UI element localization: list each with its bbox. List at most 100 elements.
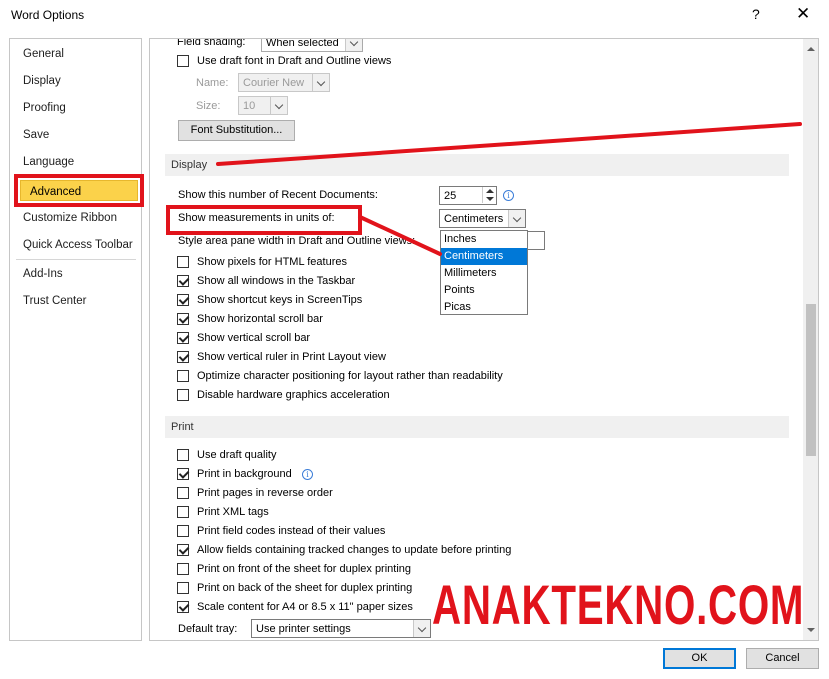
- show-all-windows-checkbox[interactable]: [177, 275, 189, 287]
- close-icon[interactable]: ✕: [796, 4, 810, 24]
- default-tray-value: Use printer settings: [256, 623, 351, 635]
- recent-docs-label: Show this number of Recent Documents:: [178, 189, 378, 201]
- watermark-text: ANAKTEKNO.COM: [432, 573, 805, 636]
- show-all-windows-label: Show all windows in the Taskbar: [197, 275, 356, 287]
- show-shortcut-keys-checkbox[interactable]: [177, 294, 189, 306]
- sidebar-item-advanced[interactable]: Advanced: [20, 180, 138, 201]
- info-icon: i: [503, 190, 514, 201]
- recent-docs-value: 25: [444, 190, 457, 202]
- font-size-value: 10: [243, 100, 256, 112]
- sidebar-item-advanced-label: Advanced: [30, 186, 82, 198]
- sidebar-item-trust-center[interactable]: Trust Center: [23, 295, 86, 307]
- duplex-front-checkbox[interactable]: [177, 563, 189, 575]
- font-size-label: Size:: [196, 100, 221, 112]
- info-icon: i: [302, 469, 313, 480]
- chevron-down-icon: [508, 210, 525, 227]
- print-section-title: Print: [171, 421, 194, 433]
- show-horizontal-scroll-checkbox[interactable]: [177, 313, 189, 325]
- units-option-millimeters[interactable]: Millimeters: [441, 265, 527, 282]
- tracked-changes-update-checkbox[interactable]: [177, 544, 189, 556]
- font-name-label: Name:: [196, 77, 229, 89]
- print-xml-tags-checkbox[interactable]: [177, 506, 189, 518]
- title-bar: Word Options ? ✕: [0, 0, 829, 32]
- font-substitution-button[interactable]: Font Substitution...: [178, 120, 295, 141]
- units-option-inches[interactable]: Inches: [441, 231, 527, 248]
- print-xml-tags-label: Print XML tags: [197, 506, 269, 518]
- scale-content-label: Scale content for A4 or 8.5 x 11" paper …: [197, 601, 413, 613]
- print-background-checkbox[interactable]: [177, 468, 189, 480]
- font-name-select[interactable]: Courier New: [238, 73, 330, 92]
- show-vertical-scroll-checkbox[interactable]: [177, 332, 189, 344]
- sidebar-item-proofing[interactable]: Proofing: [23, 102, 66, 114]
- scrollbar-thumb[interactable]: [806, 304, 816, 456]
- show-vertical-scroll-label: Show vertical scroll bar: [197, 332, 311, 344]
- display-section-header: Display: [165, 154, 789, 176]
- units-select-value: Centimeters: [444, 213, 504, 225]
- units-dropdown-list: Inches Centimeters Millimeters Points Pi…: [440, 230, 528, 315]
- spin-up-icon[interactable]: [482, 187, 496, 195]
- field-shading-label: Field shading:: [177, 38, 246, 48]
- show-pixels-checkbox[interactable]: [177, 256, 189, 268]
- display-section-title: Display: [171, 159, 208, 171]
- show-shortcut-keys-label: Show shortcut keys in ScreenTips: [197, 294, 363, 306]
- duplex-back-label: Print on back of the sheet for duplex pr…: [197, 582, 413, 594]
- field-shading-value: When selected: [266, 38, 339, 49]
- show-vertical-ruler-label: Show vertical ruler in Print Layout view: [197, 351, 386, 363]
- recent-docs-spinner[interactable]: 25: [439, 186, 497, 205]
- chevron-down-icon: [312, 74, 329, 91]
- show-horizontal-scroll-label: Show horizontal scroll bar: [197, 313, 323, 325]
- window-title: Word Options: [11, 8, 85, 22]
- units-option-centimeters[interactable]: Centimeters: [441, 248, 527, 265]
- print-field-codes-label: Print field codes instead of their value…: [197, 525, 386, 537]
- scroll-up-icon[interactable]: [807, 45, 815, 53]
- sidebar-item-add-ins[interactable]: Add-Ins: [23, 268, 63, 280]
- sidebar-item-customize-ribbon[interactable]: Customize Ribbon: [23, 212, 117, 224]
- field-shading-select[interactable]: When selected: [261, 38, 363, 52]
- duplex-front-label: Print on front of the sheet for duplex p…: [197, 563, 412, 575]
- draft-quality-label: Use draft quality: [197, 449, 277, 461]
- units-option-picas[interactable]: Picas: [441, 299, 527, 316]
- draft-font-checkbox[interactable]: [177, 55, 189, 67]
- cancel-button[interactable]: Cancel: [746, 648, 819, 669]
- disable-hw-acceleration-label: Disable hardware graphics acceleration: [197, 389, 390, 401]
- style-area-input[interactable]: [526, 231, 545, 250]
- chevron-down-icon: [270, 97, 287, 114]
- font-name-value: Courier New: [243, 77, 305, 89]
- scale-content-checkbox[interactable]: [177, 601, 189, 613]
- units-option-points[interactable]: Points: [441, 282, 527, 299]
- print-background-label: Print in background: [197, 468, 292, 480]
- reverse-order-checkbox[interactable]: [177, 487, 189, 499]
- help-icon[interactable]: ?: [752, 6, 760, 22]
- spin-down-icon[interactable]: [482, 195, 496, 203]
- sidebar-item-display[interactable]: Display: [23, 75, 61, 87]
- tracked-changes-update-label: Allow fields containing tracked changes …: [197, 544, 512, 556]
- vertical-scrollbar[interactable]: [803, 39, 818, 640]
- font-size-select[interactable]: 10: [238, 96, 288, 115]
- ok-button[interactable]: OK: [663, 648, 736, 669]
- reverse-order-label: Print pages in reverse order: [197, 487, 333, 499]
- draft-font-label: Use draft font in Draft and Outline view…: [197, 55, 392, 67]
- advanced-options-panel: Field shading: When selected Use draft f…: [149, 38, 819, 641]
- style-area-label: Style area pane width in Draft and Outli…: [178, 235, 416, 247]
- units-select[interactable]: Centimeters: [439, 209, 526, 228]
- sidebar-item-language[interactable]: Language: [23, 156, 74, 168]
- chevron-down-icon: [413, 620, 430, 637]
- optimize-positioning-checkbox[interactable]: [177, 370, 189, 382]
- chevron-down-icon: [345, 39, 362, 51]
- options-sidebar: General Display Proofing Save Language A…: [9, 38, 144, 641]
- sidebar-item-save[interactable]: Save: [23, 129, 49, 141]
- units-label: Show measurements in units of:: [178, 212, 335, 224]
- default-tray-label: Default tray:: [178, 623, 238, 635]
- default-tray-select[interactable]: Use printer settings: [251, 619, 431, 638]
- scroll-down-icon[interactable]: [807, 626, 815, 634]
- sidebar-item-quick-access-toolbar[interactable]: Quick Access Toolbar: [23, 239, 133, 251]
- print-field-codes-checkbox[interactable]: [177, 525, 189, 537]
- disable-hw-acceleration-checkbox[interactable]: [177, 389, 189, 401]
- show-vertical-ruler-checkbox[interactable]: [177, 351, 189, 363]
- show-pixels-label: Show pixels for HTML features: [197, 256, 347, 268]
- duplex-back-checkbox[interactable]: [177, 582, 189, 594]
- optimize-positioning-label: Optimize character positioning for layou…: [197, 370, 503, 382]
- sidebar-item-advanced-highlight: Advanced: [14, 174, 144, 207]
- sidebar-item-general[interactable]: General: [23, 48, 64, 60]
- draft-quality-checkbox[interactable]: [177, 449, 189, 461]
